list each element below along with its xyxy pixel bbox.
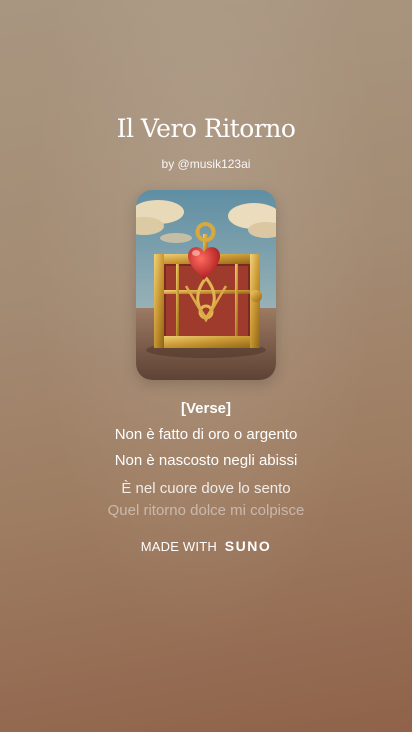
suno-logo: SUNO — [224, 538, 272, 554]
lyric-line: Non è fatto di oro o argento — [114, 426, 298, 443]
artist-byline[interactable]: by @musik123ai — [0, 157, 412, 171]
lyrics-section-heading: [Verse] — [180, 400, 232, 417]
made-with-label: MADE WITH — [140, 539, 217, 554]
cover-art[interactable] — [136, 190, 276, 380]
lyric-line: Non è nascosto negli abissi — [114, 452, 298, 469]
lyrics-panel: [Verse] Non è fatto di oro o argento Non… — [0, 396, 412, 524]
song-title: Il Vero Ritorno — [116, 114, 296, 143]
treasure-chest-heart-image — [136, 190, 276, 380]
lyric-line: Quel ritorno dolce mi colpisce — [107, 502, 305, 519]
made-with-suno-badge[interactable]: MADE WITH SUNO — [0, 538, 412, 554]
